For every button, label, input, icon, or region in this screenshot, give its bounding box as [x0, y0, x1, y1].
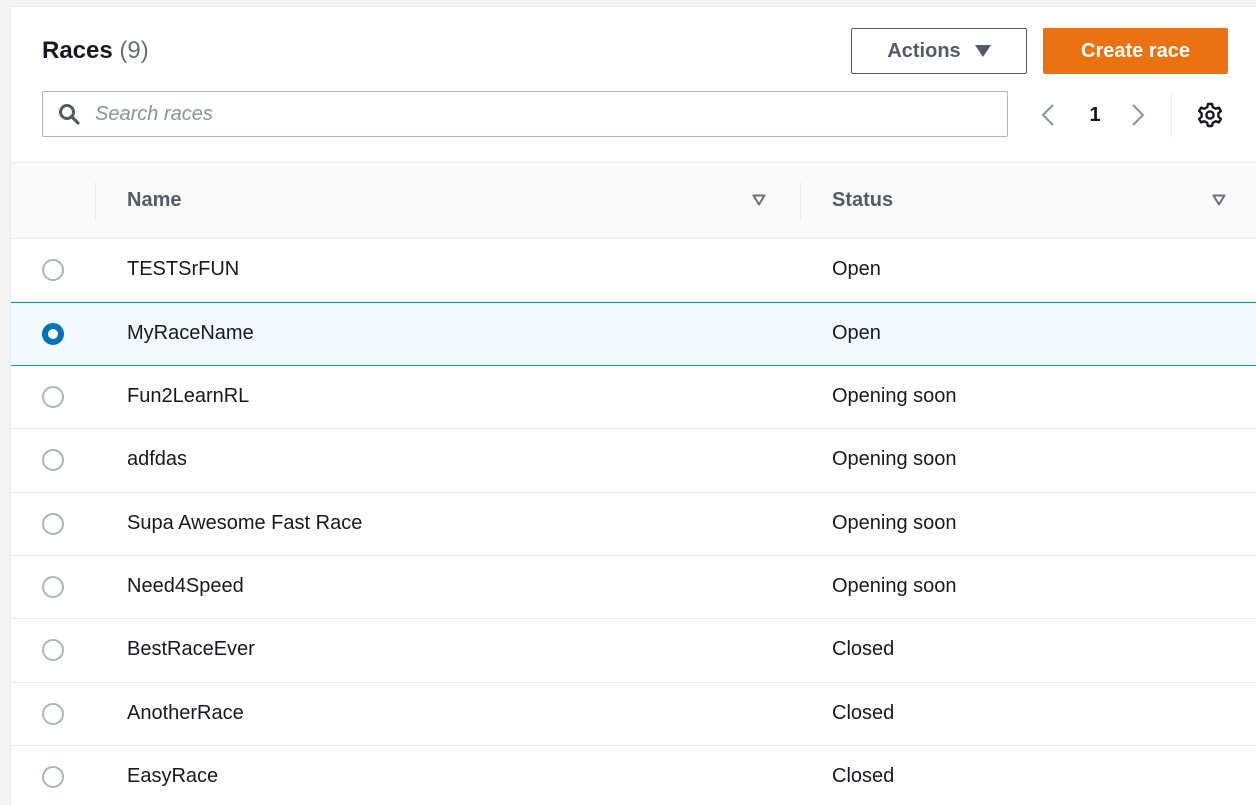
search-box [42, 91, 1008, 137]
table-column-headers: Name Status [11, 163, 1256, 239]
table-row[interactable]: EasyRace Closed [11, 746, 1256, 805]
create-race-label: Create race [1081, 39, 1190, 62]
race-status: Closed [832, 765, 895, 788]
table-row[interactable]: Need4Speed Opening soon [11, 556, 1256, 620]
table-header: Races (9) Actions Create race 1 [11, 7, 1256, 163]
row-radio[interactable] [42, 323, 64, 346]
race-name: MyRaceName [127, 322, 254, 345]
create-race-button[interactable]: Create race [1043, 28, 1228, 74]
column-divider [95, 182, 96, 220]
table-row[interactable]: MyRaceName Open [11, 302, 1256, 366]
race-status: Opening soon [832, 511, 957, 534]
sort-caret-icon[interactable] [1212, 194, 1226, 206]
race-status: Closed [832, 638, 895, 661]
search-icon [59, 104, 80, 125]
row-radio[interactable] [42, 702, 64, 725]
table-row[interactable]: Supa Awesome Fast Race Opening soon [11, 493, 1256, 556]
actions-label: Actions [887, 39, 961, 62]
search-input[interactable] [93, 101, 977, 127]
race-name: adfdas [127, 448, 188, 471]
table-body: TESTSrFUN Open MyRaceName Open Fun2Learn… [11, 239, 1256, 805]
pager-divider [1171, 93, 1172, 137]
race-status: Closed [832, 701, 895, 724]
next-page-button[interactable] [1125, 101, 1151, 129]
race-count: (9) [119, 37, 149, 64]
title-text: Races [42, 37, 113, 64]
table-row[interactable]: adfdas Opening soon [11, 429, 1256, 493]
column-header-name[interactable]: Name [127, 189, 181, 212]
preferences-button[interactable] [1197, 102, 1223, 128]
chevron-right-icon [1132, 104, 1145, 126]
chevron-left-icon [1041, 104, 1054, 126]
caret-down-icon [974, 45, 991, 57]
page-number-button[interactable]: 1 [1081, 101, 1109, 129]
previous-page-button[interactable] [1035, 101, 1061, 129]
race-name: TESTSrFUN [127, 258, 240, 280]
row-radio[interactable] [42, 639, 64, 662]
race-name: Need4Speed [127, 574, 244, 597]
actions-button[interactable]: Actions [851, 28, 1027, 74]
page-title: Races (9) [42, 37, 149, 65]
column-divider [800, 182, 801, 220]
race-name: Supa Awesome Fast Race [127, 511, 363, 534]
race-status: Opening soon [832, 448, 957, 471]
table-row[interactable]: TESTSrFUN Open [11, 239, 1256, 303]
table-row[interactable]: BestRaceEver Closed [11, 619, 1256, 683]
races-table-container: Races (9) Actions Create race 1 [10, 6, 1256, 805]
sort-caret-icon[interactable] [752, 194, 766, 206]
race-name: Fun2LearnRL [127, 384, 250, 407]
race-name: AnotherRace [127, 701, 244, 724]
column-header-status[interactable]: Status [832, 189, 893, 212]
row-radio[interactable] [42, 575, 64, 598]
row-radio[interactable] [42, 449, 64, 472]
gear-icon [1197, 102, 1223, 128]
race-status: Open [832, 258, 881, 280]
race-name: EasyRace [127, 765, 219, 788]
row-radio[interactable] [42, 512, 64, 535]
row-radio[interactable] [42, 766, 64, 789]
race-status: Opening soon [832, 574, 957, 597]
row-radio[interactable] [42, 385, 64, 408]
table-row[interactable]: Fun2LearnRL Opening soon [11, 366, 1256, 430]
table-row[interactable]: AnotherRace Closed [11, 683, 1256, 747]
race-status: Opening soon [832, 384, 957, 407]
row-radio[interactable] [42, 259, 64, 281]
race-status: Open [832, 322, 881, 345]
race-name: BestRaceEver [127, 638, 255, 661]
